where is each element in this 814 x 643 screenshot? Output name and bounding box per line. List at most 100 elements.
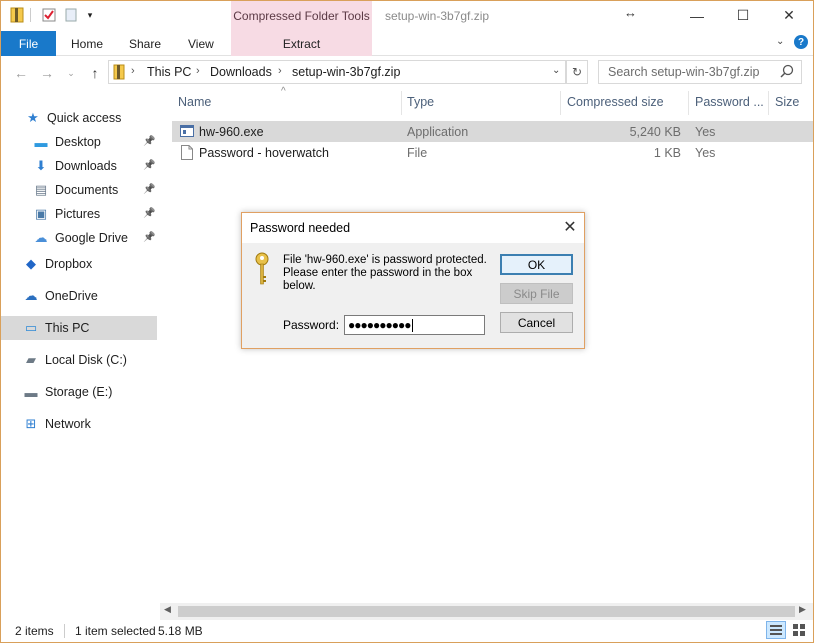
file-type: Application — [407, 125, 469, 139]
nav-item-downloads[interactable]: ⬇ Downloads — [33, 155, 117, 177]
column-divider[interactable] — [768, 91, 769, 115]
nav-item-onedrive[interactable]: ☁ OneDrive — [23, 285, 98, 307]
password-value: ●●●●●●●●●● — [348, 318, 411, 332]
ribbon-expand-icon[interactable]: ⌄ — [776, 36, 784, 47]
desktop-icon: ▬ — [34, 134, 48, 150]
column-divider[interactable] — [560, 91, 561, 115]
cancel-button[interactable]: Cancel — [500, 312, 573, 333]
password-field[interactable]: ●●●●●●●●●● — [344, 315, 485, 335]
scrollbar-thumb[interactable] — [178, 606, 795, 617]
maximize-button[interactable]: ☐ — [720, 1, 766, 30]
pin-icon[interactable]: 📌 — [143, 184, 155, 195]
breadcrumb-chevron-icon[interactable]: › — [278, 65, 282, 77]
sort-ascending-icon: ^ — [281, 86, 286, 97]
nav-item-dropbox[interactable]: ◆ Dropbox — [23, 253, 92, 275]
column-name[interactable]: Name — [178, 95, 211, 109]
details-view-icon[interactable] — [766, 621, 786, 639]
drive-icon: ▬ — [24, 384, 38, 400]
dialog-message: File 'hw-960.exe' is password protected.… — [283, 254, 487, 292]
column-divider[interactable] — [688, 91, 689, 115]
properties-icon[interactable] — [40, 5, 58, 25]
column-type[interactable]: Type — [407, 95, 434, 109]
file-row[interactable] — [172, 121, 813, 142]
nav-item-label: Network — [45, 417, 91, 431]
breadcrumb-this-pc[interactable]: This PC — [147, 65, 191, 79]
address-dropdown-icon[interactable]: ⌄ — [552, 65, 560, 76]
pictures-icon: ▣ — [34, 206, 48, 221]
file-compressed-size: 1 KB — [653, 146, 681, 160]
column-password[interactable]: Password ... — [695, 95, 764, 109]
breadcrumb-chevron-icon[interactable]: › — [196, 65, 200, 77]
context-tab-group-title: Compressed Folder Tools — [233, 9, 370, 23]
column-compressed-size[interactable]: Compressed size — [567, 95, 664, 109]
nav-item-google-drive[interactable]: ☁ Google Drive — [33, 227, 128, 249]
scroll-left-icon[interactable]: ◀ — [164, 604, 171, 615]
search-icon — [780, 64, 794, 81]
pin-icon[interactable]: 📌 — [143, 136, 155, 147]
nav-item-label: Local Disk (C:) — [45, 353, 127, 367]
ok-button[interactable]: OK — [500, 254, 573, 275]
resize-cursor-icon: ↔ — [624, 5, 637, 20]
qat-customize-icon[interactable]: ▾ — [84, 5, 96, 25]
recent-locations-icon[interactable]: ⌄ — [60, 62, 82, 84]
tab-view[interactable]: View — [188, 31, 214, 56]
disk-icon: ▰ — [26, 352, 36, 367]
password-label: Password: — [283, 318, 340, 332]
breadcrumb-chevron-icon[interactable]: › — [131, 65, 135, 77]
zip-location-icon — [113, 64, 125, 83]
tab-extract[interactable]: Extract — [231, 31, 372, 56]
new-folder-icon[interactable] — [64, 5, 78, 25]
file-password: Yes — [695, 146, 716, 160]
skip-file-button[interactable]: Skip File — [500, 283, 573, 304]
scroll-right-icon[interactable]: ▶ — [799, 604, 806, 615]
nav-item-pictures[interactable]: ▣ Pictures — [33, 203, 100, 225]
breadcrumb-zip[interactable]: setup-win-3b7gf.zip — [292, 65, 400, 79]
file-type: File — [407, 146, 428, 160]
pin-icon[interactable]: 📌 — [143, 208, 155, 219]
star-icon: ★ — [27, 110, 39, 125]
status-divider — [64, 624, 65, 638]
up-arrow-icon[interactable]: ↑ — [84, 62, 106, 84]
back-arrow-icon[interactable]: ← — [10, 62, 32, 84]
computer-icon: ▭ — [24, 320, 38, 335]
breadcrumb-downloads[interactable]: Downloads — [210, 65, 272, 79]
nav-item-label: OneDrive — [45, 289, 98, 303]
nav-item-network[interactable]: ⊞ Network — [23, 413, 91, 435]
forward-arrow-icon[interactable]: → — [36, 62, 58, 84]
nav-item-documents[interactable]: ▤ Documents — [33, 179, 118, 201]
nav-item-storage-e[interactable]: ▬ Storage (E:) — [23, 381, 113, 403]
dialog-title: Password needed — [250, 221, 351, 235]
tab-file[interactable]: File — [1, 31, 56, 56]
file-name[interactable]: hw-960.exe — [199, 125, 264, 139]
nav-item-label: Quick access — [47, 111, 122, 125]
nav-item-label: Dropbox — [45, 257, 93, 271]
dialog-close-button[interactable]: ✕ — [558, 215, 582, 239]
column-divider[interactable] — [401, 91, 402, 115]
close-button[interactable]: ✕ — [766, 1, 812, 30]
file-name[interactable]: Password - hoverwatch — [199, 146, 329, 160]
refresh-icon: ↻ — [571, 65, 583, 79]
nav-item-quick-access[interactable]: ★ Quick access — [25, 107, 121, 129]
nav-item-desktop[interactable]: ▬ Desktop — [33, 131, 101, 153]
tab-home[interactable]: Home — [71, 31, 103, 56]
file-compressed-size: 5,240 KB — [629, 125, 681, 139]
onedrive-icon: ☁ — [24, 288, 38, 303]
nav-item-label: Pictures — [55, 207, 101, 221]
minimize-button[interactable]: — — [674, 1, 720, 30]
column-size[interactable]: Size — [775, 95, 799, 109]
large-icons-view-icon[interactable] — [790, 622, 808, 638]
document-icon: ▤ — [34, 182, 48, 197]
maximize-icon: ☐ — [736, 7, 750, 23]
nav-item-local-disk-c[interactable]: ▰ Local Disk (C:) — [23, 349, 127, 371]
refresh-button[interactable]: ↻ — [566, 60, 588, 84]
nav-item-this-pc[interactable]: ▭ This PC — [23, 317, 90, 339]
nav-item-label: Google Drive — [55, 231, 128, 245]
pin-icon[interactable]: 📌 — [143, 160, 155, 171]
pin-icon[interactable]: 📌 — [143, 232, 155, 243]
nav-item-label: Storage (E:) — [45, 385, 113, 399]
ribbon-tab-row — [1, 31, 813, 56]
file-icon — [181, 145, 193, 163]
tab-share[interactable]: Share — [129, 31, 161, 56]
help-icon[interactable]: ? — [794, 35, 808, 49]
status-selection: 1 item selected — [75, 624, 156, 638]
